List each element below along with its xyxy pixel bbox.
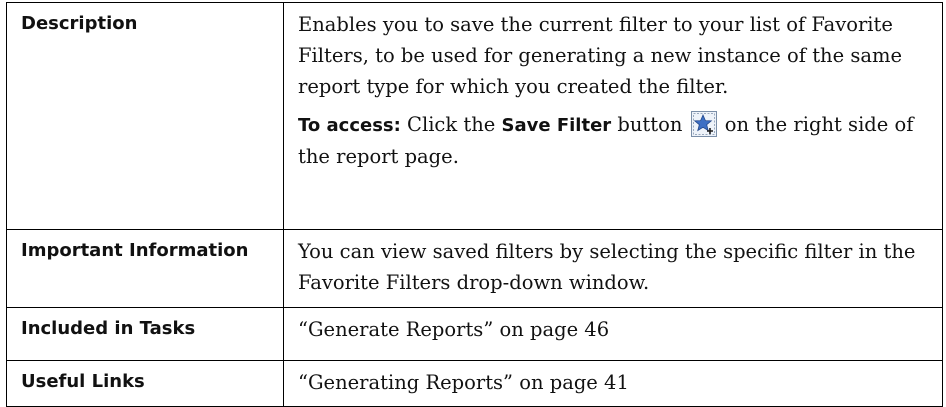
row-label-important-information: Important Information [6,229,284,308]
save-filter-icon[interactable] [690,111,717,137]
row-value-useful-links: “Generating Reports” on page 41 [283,360,943,407]
generate-reports-link[interactable]: “Generate Reports” on page 46 [298,318,609,341]
table-row-included-in-tasks: Included in Tasks “Generate Reports” on … [6,307,943,361]
access-instructions: To access: Click the Save Filter button … [298,109,928,172]
row-label-included-in-tasks: Included in Tasks [6,307,284,361]
table-row-useful-links: Useful Links “Generating Reports” on pag… [6,360,943,407]
access-label: To access: [298,115,401,136]
row-label-description: Description [6,2,284,230]
save-filter-button-name: Save Filter [501,115,612,136]
row-value-important-information: You can view saved filters by selecting … [283,229,943,308]
generating-reports-link[interactable]: “Generating Reports” on page 41 [298,371,629,394]
description-text: Enables you to save the current filter t… [298,13,902,98]
table-row-important-information: Important Information You can view saved… [6,229,943,308]
table-row-description: Description Enables you to save the curr… [6,2,943,230]
access-text-1: Click the [400,113,502,136]
row-value-included-in-tasks: “Generate Reports” on page 46 [283,307,943,361]
access-text-2: button [611,113,689,136]
row-value-description: Enables you to save the current filter t… [283,2,943,230]
info-table: Description Enables you to save the curr… [6,2,943,407]
row-label-useful-links: Useful Links [6,360,284,407]
